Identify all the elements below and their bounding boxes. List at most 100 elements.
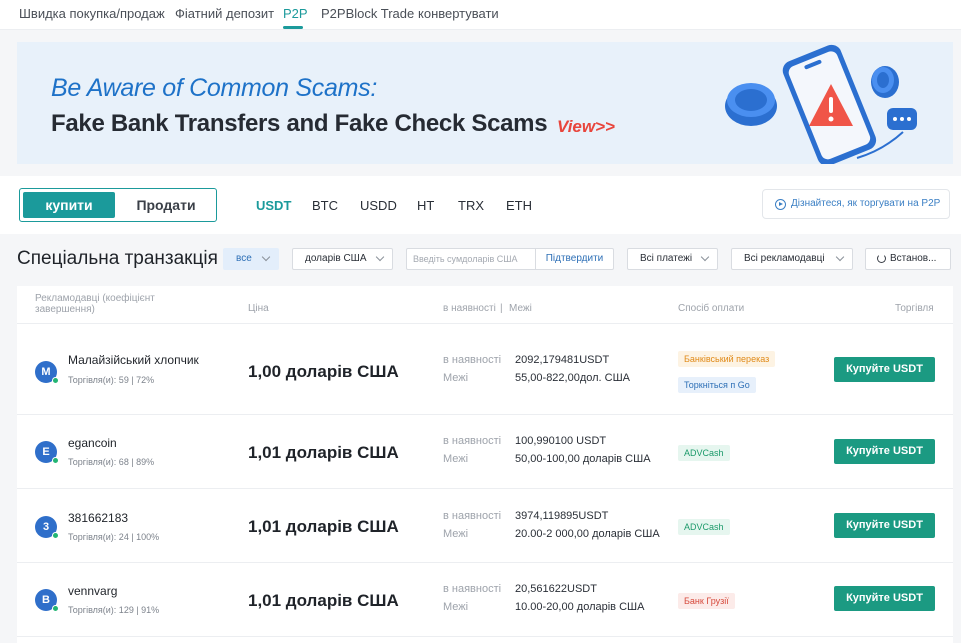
header-payment: Спосіб оплати [678,303,745,314]
payments-select[interactable]: Всі платежі [627,248,718,270]
avatar: М [35,361,59,384]
available-value: 3974,119895USDT [515,510,609,522]
chevron-down-icon [700,252,710,262]
chevron-down-icon [261,252,271,262]
nav-p2p-block-trade[interactable]: P2PBlock Trade [321,6,414,21]
advertiser-stats: Торгівля(и): 129 | 91% [68,605,160,615]
payment-method-badge: Банківський переказ [678,351,776,367]
available-value: 20,561622USDT [515,583,597,595]
online-indicator [52,377,59,384]
advertisers-select[interactable]: Всі рекламодавці [731,248,853,270]
online-indicator [52,457,59,464]
coin-tab-eth[interactable]: ETH [506,198,532,213]
header-trade: Торгівля [895,303,934,314]
buy-usdt-button[interactable]: Купуйте USDT [834,357,935,382]
refresh-icon [877,254,886,263]
nav-p2p[interactable]: P2P [283,6,308,21]
buy-usdt-button[interactable]: Купуйте USDT [834,439,935,464]
scam-warning-illustration [725,44,917,164]
nav-quick-buy-sell[interactable]: Швидка покупка/продаж [19,6,165,21]
advertiser-stats: Торгівля(и): 59 | 72% [68,375,155,385]
advertiser-name[interactable]: egancoin [68,436,117,450]
learn-p2p-label: Дізнайтеся, як торгувати на P2P [791,198,941,209]
nav-convert[interactable]: конвертувати [418,6,499,21]
table-header: Рекламодавці (коефіцієнт завершення) Цін… [17,286,953,324]
top-navigation: Швидка покупка/продаж Фіатний депозит P2… [0,0,961,30]
limits-label: Межі [443,601,469,613]
type-select-value: все [236,253,252,264]
limits-value: 10.00-20,00 доларів США [515,601,645,613]
nav-fiat-deposit[interactable]: Фіатний депозит [175,6,274,21]
advertiser-name[interactable]: 381662183 [68,511,128,525]
coin-tab-trx[interactable]: TRX [458,198,484,213]
currency-select[interactable]: доларів США [292,248,393,270]
available-label: в наявності [443,583,502,595]
header-divider: | [500,303,503,314]
section-title: Спеціальна транзакція [17,248,218,269]
amount-filter: Підтвердити [406,248,614,270]
scam-warning-banner[interactable]: Be Aware of Common Scams: Fake Bank Tran… [17,42,953,164]
header-price: Ціна [248,303,269,314]
limits-value: 50,00-100,00 доларів США [515,453,651,465]
offers-table: Рекламодавці (коефіцієнт завершення) Цін… [17,286,953,643]
payment-method-badge: ADVCash [678,519,730,535]
banner-view-link[interactable]: View>> [557,117,615,137]
buy-usdt-button[interactable]: Купуйте USDT [834,513,935,538]
active-tab-indicator [283,26,303,29]
avatar: E [35,441,59,464]
limits-value: 55,00-822,00дол. США [515,372,631,384]
online-indicator [52,605,59,612]
coin-tab-usdd[interactable]: USDD [360,198,397,213]
chevron-down-icon [375,252,385,262]
type-select[interactable]: все [223,248,279,270]
play-icon [775,199,786,210]
advertiser-stats: Торгівля(и): 24 | 100% [68,532,160,542]
header-advertiser: Рекламодавці (коефіцієнт завершення) [35,293,155,315]
payment-method-badge: Торкніться п Go [678,377,756,393]
limits-value: 20.00-2 000,00 доларів США [515,528,660,540]
refresh-label: Встанов... [890,253,937,264]
currency-select-value: доларів США [305,253,367,264]
advertisers-select-value: Всі рекламодавці [744,253,825,264]
header-limits: Межі [509,303,532,314]
price: 1,01 доларів США [248,517,399,536]
table-row: М Малайзійський хлопчик Торгівля(и): 59 … [17,324,953,415]
coin-tab-btc[interactable]: BTC [312,198,338,213]
header-available: в наявності [443,303,496,314]
limits-label: Межі [443,528,469,540]
table-row: 3 381662183 Торгівля(и): 24 | 100% 1,01 … [17,489,953,563]
available-value: 100,990100 USDT [515,435,607,447]
advertiser-name[interactable]: Малайзійський хлопчик [68,353,199,367]
filter-bar: Спеціальна транзакція все доларів США Пі… [0,234,961,286]
refresh-settings-button[interactable]: Встанов... [865,248,951,270]
advertiser-stats: Торгівля(и): 68 | 89% [68,457,155,467]
buy-usdt-button[interactable]: Купуйте USDT [834,586,935,611]
avatar: 3 [35,516,59,539]
coin-tab-ht[interactable]: HT [417,198,434,213]
payments-select-value: Всі платежі [640,253,693,264]
amount-input[interactable] [407,249,535,269]
chevron-down-icon [835,252,845,262]
learn-p2p-link[interactable]: Дізнайтеся, як торгувати на P2P [762,189,950,219]
avatar: B [35,589,59,612]
available-label: в наявності [443,435,502,447]
payment-method-badge: Банк Грузії [678,593,735,609]
limits-label: Межі [443,372,469,384]
coin-tab-usdt[interactable]: USDT [256,198,291,213]
limits-label: Межі [443,453,469,465]
banner-title: Be Aware of Common Scams: [51,74,377,102]
table-row: E egancoin Торгівля(и): 68 | 89% 1,01 до… [17,415,953,489]
price: 1,00 доларів США [248,362,399,381]
online-indicator [52,532,59,539]
banner-subtitle: Fake Bank Transfers and Fake Check Scams [51,110,548,137]
advertiser-name[interactable]: vennvarg [68,584,117,598]
buy-tab[interactable]: купити [23,192,115,218]
available-value: 2092,179481USDT [515,354,610,366]
trade-bar: купити Продати USDT BTC USDD HT TRX ETH … [0,176,961,234]
available-label: в наявності [443,354,502,366]
payment-method-badge: ADVCash [678,445,730,461]
buy-sell-toggle: купити Продати [19,188,217,222]
sell-tab[interactable]: Продати [118,192,214,218]
price: 1,01 доларів США [248,443,399,462]
confirm-button[interactable]: Підтвердити [535,249,613,269]
